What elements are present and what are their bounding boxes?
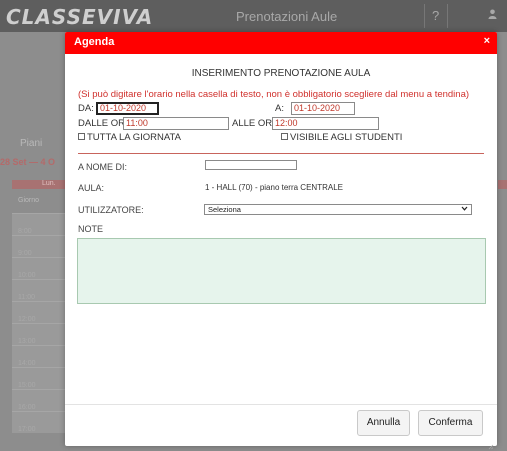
time-label: 11:00	[18, 294, 35, 301]
piani-tab: Piani	[20, 138, 43, 149]
agenda-dialog: Agenda × INSERIMENTO PRENOTAZIONE AULA (…	[65, 32, 497, 450]
time-label: 8:00	[18, 228, 32, 235]
checkbox-box[interactable]	[78, 133, 85, 140]
day-header-bar	[12, 180, 68, 189]
visibile-studenti-checkbox[interactable]: VISIBILE AGLI STUDENTI	[281, 132, 402, 143]
conferma-button[interactable]: Conferma	[418, 410, 483, 436]
app-title: Prenotazioni Aule	[236, 9, 338, 24]
annulla-button[interactable]: Annulla	[357, 410, 410, 436]
day-header-bar-right	[498, 180, 507, 189]
chevron-down-icon	[461, 205, 468, 215]
utilizzatore-select[interactable]: Seleziona	[204, 204, 472, 215]
dialog-titlebar[interactable]: Agenda ×	[65, 32, 497, 54]
note-textarea[interactable]	[77, 238, 486, 304]
user-icon[interactable]	[488, 7, 497, 22]
a-nome-di-input[interactable]	[205, 160, 297, 170]
day-header-label: Lun.	[42, 180, 56, 187]
time-label: 16:00	[18, 404, 36, 411]
time-label: 12:00	[18, 316, 36, 323]
note-label: NOTE	[78, 224, 104, 234]
time-label: 13:00	[18, 338, 36, 345]
dialog-title: Agenda	[74, 36, 115, 48]
tutta-giornata-label: TUTTA LA GIORNATA	[87, 132, 181, 143]
aula-label: AULA:	[78, 183, 105, 193]
header-divider	[447, 4, 448, 28]
visibile-studenti-label: VISIBILE AGLI STUDENTI	[290, 132, 403, 143]
da-date-input[interactable]: 01-10-2020	[96, 102, 159, 115]
footer-divider	[65, 404, 497, 405]
dalle-ore-input[interactable]: 11:00	[123, 117, 229, 130]
time-label: 9:00	[18, 250, 32, 257]
help-icon[interactable]: ?	[432, 8, 439, 23]
section-divider	[78, 153, 484, 154]
alle-ore-input[interactable]: 12:00	[272, 117, 379, 130]
a-label: A:	[275, 103, 284, 114]
close-icon[interactable]: ×	[484, 35, 490, 47]
utilizzatore-label: UTILIZZATORE:	[78, 205, 144, 215]
week-range: 28 Set — 4 O	[0, 157, 56, 167]
da-label: DA:	[78, 103, 94, 114]
app-logo: CLASSEVIVA	[6, 5, 154, 29]
time-label: 10:00	[18, 272, 36, 279]
utilizzatore-selected: Seleziona	[208, 205, 241, 214]
time-label: 17:00	[18, 426, 36, 433]
header-divider	[424, 4, 425, 28]
form-heading: INSERIMENTO PRENOTAZIONE AULA	[191, 68, 371, 79]
hint-text: (Si può digitare l'orario nella casella …	[78, 89, 470, 100]
tutta-giornata-checkbox[interactable]: TUTTA LA GIORNATA	[78, 132, 181, 143]
aula-value: 1 - HALL (70) - piano terra CENTRALE	[205, 183, 343, 192]
time-label: 14:00	[18, 360, 36, 367]
a-date-input[interactable]: 01-10-2020	[291, 102, 355, 115]
a-nome-di-label: A NOME DI:	[78, 162, 128, 172]
checkbox-box[interactable]	[281, 133, 288, 140]
app-header: CLASSEVIVA Prenotazioni Aule ?	[0, 0, 507, 32]
time-label: 15:00	[18, 382, 36, 389]
dialog-resize-icon[interactable]	[488, 437, 494, 450]
giorno-label: Giorno	[18, 197, 40, 204]
